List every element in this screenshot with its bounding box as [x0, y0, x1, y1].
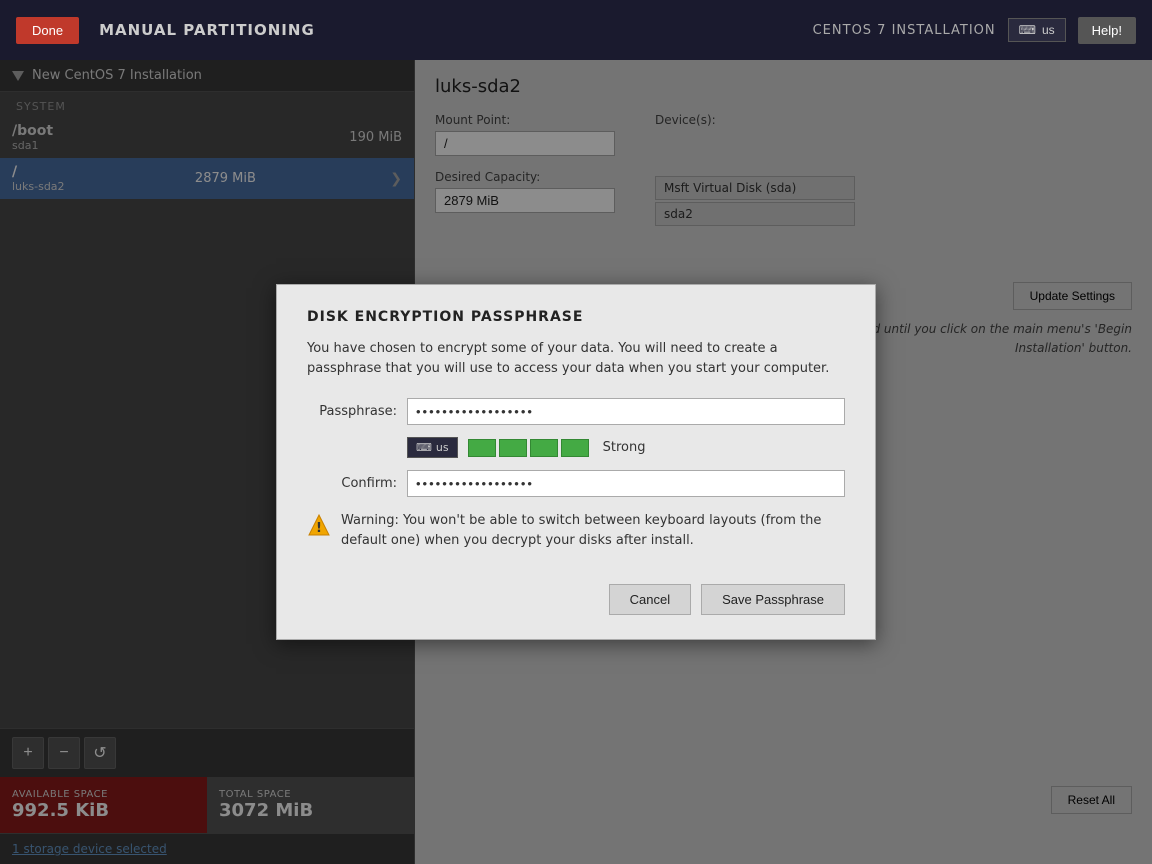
svg-text:!: !: [316, 521, 322, 536]
keyboard-strength-row: ⌨ us Strong: [307, 437, 845, 458]
done-button[interactable]: Done: [16, 17, 79, 44]
top-bar: Done MANUAL PARTITIONING CENTOS 7 INSTAL…: [0, 0, 1152, 60]
disk-encryption-dialog: DISK ENCRYPTION PASSPHRASE You have chos…: [276, 284, 876, 640]
passphrase-label: Passphrase:: [307, 404, 397, 419]
dialog-title: DISK ENCRYPTION PASSPHRASE: [307, 309, 845, 325]
passphrase-input[interactable]: [407, 398, 845, 425]
warning-icon: !: [307, 513, 331, 537]
strength-bar-1: [468, 439, 496, 457]
strength-label: Strong: [603, 440, 646, 455]
strength-bars: [468, 439, 589, 457]
cancel-button[interactable]: Cancel: [609, 584, 691, 615]
keyboard-layout-button[interactable]: ⌨ us: [1008, 18, 1066, 42]
strength-bar-4: [561, 439, 589, 457]
confirm-label: Confirm:: [307, 476, 397, 491]
top-bar-right: CENTOS 7 INSTALLATION ⌨ us Help!: [813, 17, 1136, 44]
dialog-warning: ! Warning: You won't be able to switch b…: [307, 511, 845, 560]
warning-text: Warning: You won't be able to switch bet…: [341, 511, 845, 550]
confirm-input[interactable]: [407, 470, 845, 497]
dialog-description: You have chosen to encrypt some of your …: [307, 339, 845, 378]
keyboard-lang-label: us: [436, 441, 449, 454]
confirm-row: Confirm:: [307, 470, 845, 497]
top-bar-left: Done MANUAL PARTITIONING: [16, 17, 315, 44]
keyboard-icon: ⌨: [1019, 23, 1036, 37]
page-title: MANUAL PARTITIONING: [99, 21, 315, 39]
passphrase-row: Passphrase:: [307, 398, 845, 425]
keyboard-indicator[interactable]: ⌨ us: [407, 437, 458, 458]
save-passphrase-button[interactable]: Save Passphrase: [701, 584, 845, 615]
help-button[interactable]: Help!: [1078, 17, 1136, 44]
strength-bar-3: [530, 439, 558, 457]
dialog-overlay: DISK ENCRYPTION PASSPHRASE You have chos…: [0, 60, 1152, 864]
keyboard-layout-label: us: [1042, 23, 1055, 37]
dialog-buttons: Cancel Save Passphrase: [307, 584, 845, 615]
main-area: New CentOS 7 Installation SYSTEM /boot s…: [0, 60, 1152, 864]
strength-bar-2: [499, 439, 527, 457]
keyboard-icon-dialog: ⌨: [416, 441, 432, 454]
centos-title: CENTOS 7 INSTALLATION: [813, 23, 996, 38]
